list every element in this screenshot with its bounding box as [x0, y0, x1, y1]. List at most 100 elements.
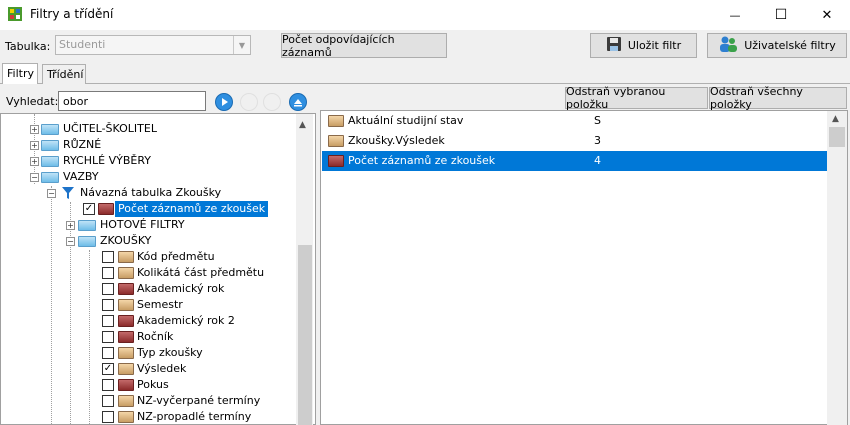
field-icon	[328, 115, 344, 127]
tree-item-label: Akademický rok	[137, 282, 225, 295]
tree-item-semestr[interactable]: Semestr	[1, 297, 297, 313]
tree-item-ucitel-skolitel[interactable]: + UČITEL-ŠKOLITEL	[1, 121, 297, 137]
tree-item-label: Akademický rok 2	[137, 314, 235, 327]
close-button[interactable]: ✕	[804, 0, 850, 30]
tree-item-label: Návazná tabulka Zkoušky	[80, 186, 222, 199]
checkbox[interactable]	[102, 331, 114, 343]
search-option-button-2[interactable]	[263, 93, 281, 111]
expand-icon[interactable]: +	[30, 157, 39, 166]
field-icon	[118, 299, 134, 311]
tree-item-typ-zkousky[interactable]: Typ zkoušky	[1, 345, 297, 361]
checkbox[interactable]: ✓	[83, 203, 95, 215]
tree-item-rychle-vybery[interactable]: + RYCHLÉ VÝBĚRY	[1, 153, 297, 169]
list-scrollbar[interactable]: ▲	[827, 111, 847, 425]
field-icon	[118, 363, 134, 375]
tree-item-kod-predmetu[interactable]: Kód předmětu	[1, 249, 297, 265]
search-label: Vyhledat:	[6, 95, 59, 108]
tree-item-nz-propadle[interactable]: NZ-propadlé termíny	[1, 409, 297, 424]
expand-icon[interactable]: +	[66, 221, 75, 230]
tree-item-label: HOTOVÉ FILTRY	[100, 218, 185, 231]
checkbox[interactable]	[102, 283, 114, 295]
folder-icon	[78, 236, 96, 247]
tree-item-label: Ročník	[137, 330, 174, 343]
list-item-value: 4	[594, 154, 601, 167]
list-item-name: Zkoušky.Výsledek	[348, 134, 445, 147]
expand-icon[interactable]: +	[30, 125, 39, 134]
maximize-button[interactable]: ☐	[758, 0, 804, 30]
tree-item-hotove-filtry[interactable]: + HOTOVÉ FILTRY	[1, 217, 297, 233]
dict-field-icon	[118, 379, 134, 391]
tree-item-akademicky-rok[interactable]: Akademický rok	[1, 281, 297, 297]
tree-item-label: RŮZNÉ	[63, 138, 102, 151]
count-field-icon	[98, 203, 114, 215]
checkbox[interactable]	[102, 299, 114, 311]
checkbox[interactable]	[102, 379, 114, 391]
tree-item-akademicky-rok-2[interactable]: Akademický rok 2	[1, 313, 297, 329]
eject-button[interactable]	[289, 93, 307, 111]
checkbox[interactable]	[102, 347, 114, 359]
checkbox[interactable]	[102, 267, 114, 279]
folder-icon	[41, 140, 59, 151]
tree-item-kolikata-cast[interactable]: Kolikátá část předmětu	[1, 265, 297, 281]
maximize-icon: ☐	[774, 7, 788, 23]
list-item[interactable]: Počet záznamů ze zkoušek 4	[322, 151, 828, 171]
collapse-icon[interactable]: −	[47, 189, 56, 198]
tree-item-ruzne[interactable]: + RŮZNÉ	[1, 137, 297, 153]
tree-scrollbar-thumb[interactable]	[298, 245, 312, 425]
field-icon	[118, 395, 134, 407]
expand-icon[interactable]: +	[30, 141, 39, 150]
list-item-name: Aktuální studijní stav	[348, 114, 464, 127]
tree-item-pokus[interactable]: Pokus	[1, 377, 297, 393]
active-filter-list[interactable]: Aktuální studijní stav S Zkoušky.Výslede…	[320, 110, 848, 425]
eject-icon	[294, 99, 302, 107]
checkbox[interactable]	[102, 315, 114, 327]
tab-filtry[interactable]: Filtry	[2, 63, 38, 84]
tree-item-rocnik[interactable]: Ročník	[1, 329, 297, 345]
tree-item-label: RYCHLÉ VÝBĚRY	[63, 154, 151, 167]
field-tree[interactable]: + UČITEL-ŠKOLITEL + RŮZNÉ + RYCHLÉ VÝBĚR…	[0, 113, 316, 425]
scroll-up-icon[interactable]: ▲	[299, 120, 306, 130]
tree-item-vazby[interactable]: − VAZBY	[1, 169, 297, 185]
search-next-button[interactable]	[215, 93, 233, 111]
user-filters-button[interactable]: Uživatelské filtry	[707, 33, 847, 58]
remove-selected-button[interactable]: Odstraň vybranou položku	[565, 85, 708, 111]
tree-item-label: Pokus	[137, 378, 169, 391]
list-item-value: 3	[594, 134, 601, 147]
checkbox[interactable]	[102, 411, 114, 423]
field-icon	[118, 347, 134, 359]
folder-icon	[41, 172, 59, 183]
search-input[interactable]	[58, 91, 206, 111]
tree-item-label: ZKOUŠKY	[100, 234, 152, 247]
app-icon	[7, 6, 23, 22]
checkbox[interactable]: ✓	[102, 363, 114, 375]
list-item[interactable]: Zkoušky.Výsledek 3	[322, 131, 828, 151]
minimize-button[interactable]: —	[712, 0, 758, 30]
remove-all-button[interactable]: Odstraň všechny položky	[709, 85, 847, 111]
count-records-label: Počet odpovídajících záznamů	[282, 32, 395, 59]
collapse-icon[interactable]: −	[66, 237, 75, 246]
tab-trideni[interactable]: Třídění	[42, 64, 86, 84]
scroll-up-icon[interactable]: ▲	[832, 114, 839, 124]
checkbox[interactable]	[102, 395, 114, 407]
count-records-button[interactable]: Počet odpovídajících záznamů	[281, 32, 447, 59]
chevron-down-icon[interactable]: ▼	[233, 36, 250, 54]
window-title: Filtry a třídění	[30, 7, 114, 21]
field-icon	[118, 251, 134, 263]
tree-item-vysledek[interactable]: ✓ Výsledek	[1, 361, 297, 377]
list-scrollbar-thumb[interactable]	[829, 127, 845, 147]
checkbox[interactable]	[102, 251, 114, 263]
list-item[interactable]: Aktuální studijní stav S	[322, 111, 828, 131]
collapse-icon[interactable]: −	[30, 173, 39, 182]
tabulka-select[interactable]: Studenti ▼	[55, 35, 251, 55]
tree-item-pocet-zaznamu[interactable]: ✓ Počet záznamů ze zkoušek	[1, 201, 297, 217]
save-filter-button[interactable]: Uložit filtr	[590, 33, 697, 58]
list-item-value: S	[594, 114, 601, 127]
tree-item-label: NZ-vyčerpané termíny	[137, 394, 261, 407]
tree-item-navazna-tabulka[interactable]: − Návazná tabulka Zkoušky	[1, 185, 297, 201]
tree-item-zkousky[interactable]: − ZKOUŠKY	[1, 233, 297, 249]
dict-field-icon	[118, 331, 134, 343]
search-option-button-1[interactable]	[240, 93, 258, 111]
tree-item-label: NZ-propadlé termíny	[137, 410, 252, 423]
tree-item-nz-vycerpane[interactable]: NZ-vyčerpané termíny	[1, 393, 297, 409]
remove-all-label: Odstraň všechny položky	[710, 85, 803, 111]
